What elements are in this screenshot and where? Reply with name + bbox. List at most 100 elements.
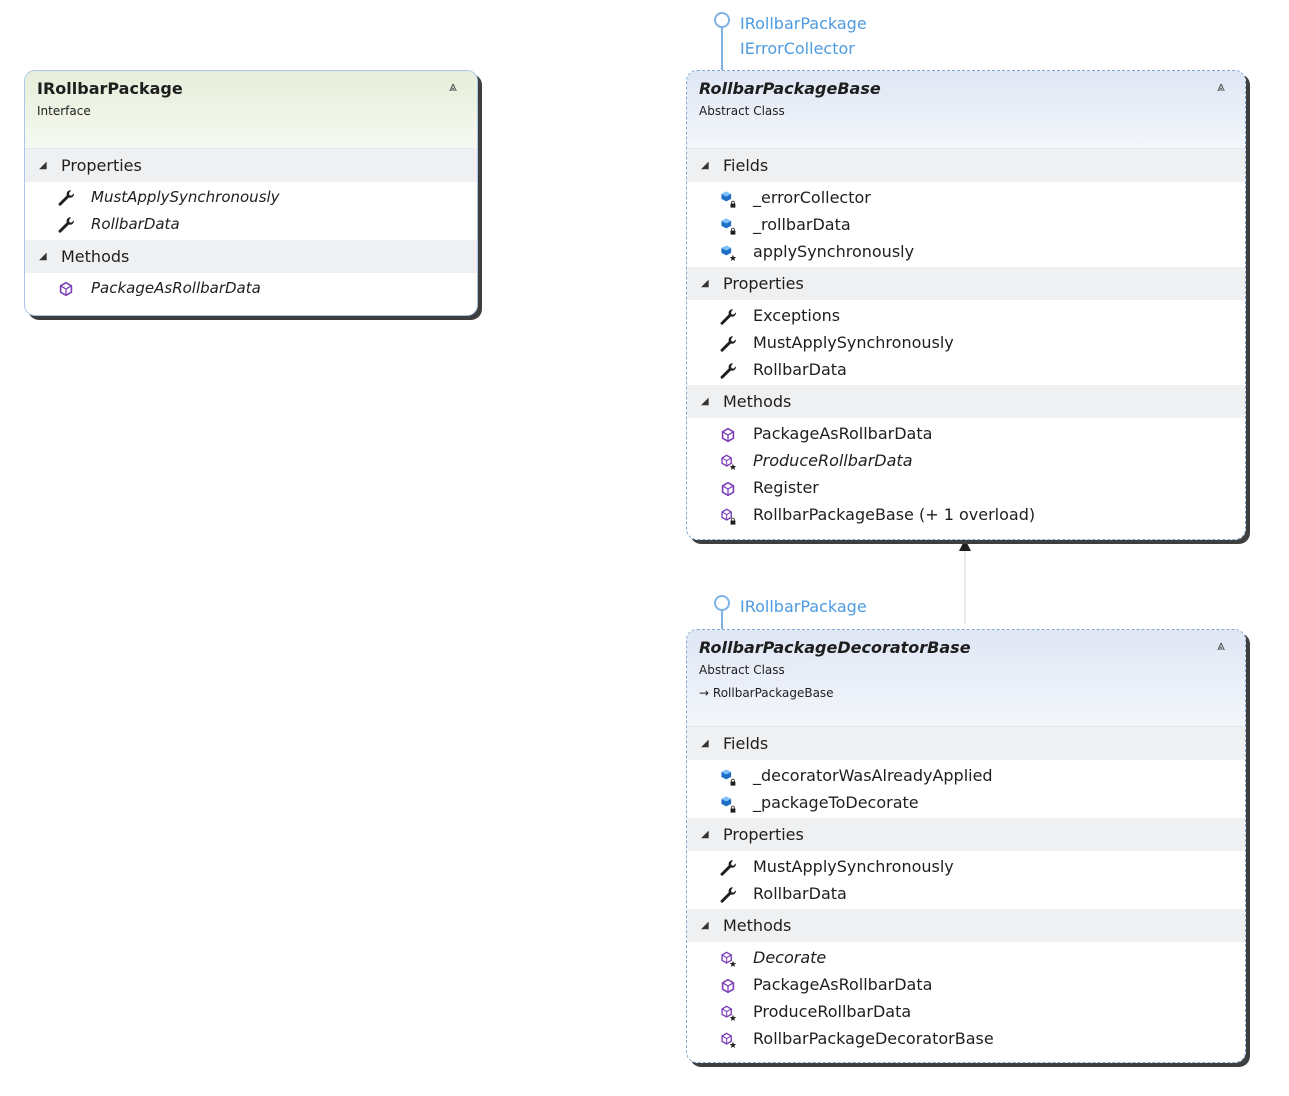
class-shape-header[interactable]: RollbarPackageDecoratorBase Abstract Cla… xyxy=(687,630,1245,727)
collapse-chevron-icon[interactable]: ⩓ xyxy=(443,77,463,97)
section-collapse-triangle-icon[interactable]: ◢ xyxy=(701,909,713,942)
member-label: RollbarData xyxy=(91,215,180,233)
section-header-methods[interactable]: ◢ Methods xyxy=(25,240,477,273)
protected-method-icon xyxy=(719,1003,737,1022)
decorator-lollipop-label-1[interactable]: IRollbarPackage xyxy=(740,594,867,619)
method-icon xyxy=(719,479,737,497)
section-label: Properties xyxy=(723,825,804,844)
class-shape-rollbarpackagedecoratorbase[interactable]: RollbarPackageDecoratorBase Abstract Cla… xyxy=(686,629,1246,1063)
member-row[interactable]: _decoratorWasAlreadyApplied xyxy=(687,762,1245,789)
member-list: PackageAsRollbarData xyxy=(25,273,477,304)
member-row[interactable]: RollbarPackageBase (+ 1 overload) xyxy=(687,501,1245,528)
member-label: RollbarPackageDecoratorBase xyxy=(753,1029,994,1048)
member-row[interactable]: _errorCollector xyxy=(687,184,1245,211)
member-row[interactable]: ProduceRollbarData xyxy=(687,447,1245,474)
section-collapse-triangle-icon[interactable]: ◢ xyxy=(701,727,713,760)
base-lollipop-stem xyxy=(721,27,723,71)
member-row[interactable]: ProduceRollbarData xyxy=(687,998,1245,1025)
member-list: MustApplySynchronously RollbarData xyxy=(25,182,477,240)
base-lollipop-label-1[interactable]: IRollbarPackage xyxy=(740,11,867,36)
section-collapse-triangle-icon[interactable]: ◢ xyxy=(701,818,713,851)
member-list: PackageAsRollbarData ProduceRollbarData Re… xyxy=(687,418,1245,530)
section-label: Properties xyxy=(723,274,804,293)
member-list: _errorCollector _rollbarData applySynchron… xyxy=(687,182,1245,267)
section-collapse-triangle-icon[interactable]: ◢ xyxy=(701,149,713,182)
interface-shape-header[interactable]: IRollbarPackage Interface ⩓ xyxy=(25,71,477,149)
member-label: _packageToDecorate xyxy=(753,793,919,812)
protected-method-icon xyxy=(719,949,737,968)
decorator-lollipop-circle xyxy=(714,595,730,611)
interface-shape-irollbarpackage[interactable]: IRollbarPackage Interface ⩓ ◢ Properties M… xyxy=(24,70,478,316)
member-label: PackageAsRollbarData xyxy=(753,975,933,994)
member-row[interactable]: Register xyxy=(687,474,1245,501)
property-icon xyxy=(57,216,75,234)
member-row[interactable]: RollbarData xyxy=(25,211,477,238)
collapse-chevron-icon[interactable]: ⩓ xyxy=(1211,77,1231,97)
member-label: Exceptions xyxy=(753,306,841,325)
section-header-properties[interactable]: ◢ Properties xyxy=(687,818,1245,851)
property-icon xyxy=(57,189,75,207)
member-label: PackageAsRollbarData xyxy=(753,424,933,443)
class-shape-header[interactable]: RollbarPackageBase Abstract Class ⩓ xyxy=(687,71,1245,149)
member-label: _decoratorWasAlreadyApplied xyxy=(753,766,993,785)
member-label: ProduceRollbarData xyxy=(753,1002,912,1021)
protected-field-icon xyxy=(719,243,737,262)
class-shape-rollbarpackagebase[interactable]: RollbarPackageBase Abstract Class ⩓ ◢ Fie… xyxy=(686,70,1246,540)
member-list: _decoratorWasAlreadyApplied _packageToDec… xyxy=(687,760,1245,818)
section-header-methods[interactable]: ◢ Methods xyxy=(687,909,1245,942)
property-icon xyxy=(719,885,737,903)
inheritance-arrowhead xyxy=(959,539,971,551)
member-list: Exceptions MustApplySynchronously RollbarD… xyxy=(687,300,1245,385)
protected-method-icon xyxy=(719,1030,737,1049)
member-row[interactable]: _packageToDecorate xyxy=(687,789,1245,816)
method-icon xyxy=(57,280,75,298)
section-header-properties[interactable]: ◢ Properties xyxy=(687,267,1245,300)
member-row[interactable]: MustApplySynchronously xyxy=(687,329,1245,356)
base-lollipop-label-2[interactable]: IErrorCollector xyxy=(740,36,855,61)
member-row[interactable]: _rollbarData xyxy=(687,211,1245,238)
section-header-fields[interactable]: ◢ Fields xyxy=(687,149,1245,182)
section-header-methods[interactable]: ◢ Methods xyxy=(687,385,1245,418)
member-row[interactable]: MustApplySynchronously xyxy=(687,853,1245,880)
base-class-label[interactable]: → RollbarPackageBase xyxy=(699,686,834,700)
section-label: Fields xyxy=(723,156,769,175)
section-label: Methods xyxy=(723,916,792,935)
section-collapse-triangle-icon[interactable]: ◢ xyxy=(701,385,713,418)
member-row[interactable]: RollbarPackageDecoratorBase xyxy=(687,1025,1245,1052)
member-label: MustApplySynchronously xyxy=(753,333,954,352)
section-header-properties[interactable]: ◢ Properties xyxy=(25,149,477,182)
shape-title: RollbarPackageDecoratorBase xyxy=(699,638,971,657)
member-label: _errorCollector xyxy=(753,188,871,207)
member-label: MustApplySynchronously xyxy=(91,188,280,206)
member-row[interactable]: RollbarData xyxy=(687,880,1245,907)
property-icon xyxy=(719,858,737,876)
decorator-sections: ◢ Fields _decoratorWasAlreadyApplied _packa… xyxy=(687,727,1245,1054)
member-row[interactable]: PackageAsRollbarData xyxy=(687,971,1245,998)
member-label: Register xyxy=(753,478,819,497)
interface-sections: ◢ Properties MustApplySynchronously Rollbar… xyxy=(25,149,477,304)
member-label: RollbarPackageBase (+ 1 overload) xyxy=(753,505,1036,524)
member-row[interactable]: Decorate xyxy=(687,944,1245,971)
section-collapse-triangle-icon[interactable]: ◢ xyxy=(39,149,51,182)
section-collapse-triangle-icon[interactable]: ◢ xyxy=(39,240,51,273)
property-icon xyxy=(719,334,737,352)
member-row[interactable]: PackageAsRollbarData xyxy=(25,275,477,302)
section-header-fields[interactable]: ◢ Fields xyxy=(687,727,1245,760)
member-row[interactable]: RollbarData xyxy=(687,356,1245,383)
member-row[interactable]: MustApplySynchronously xyxy=(25,184,477,211)
inherits-arrow-icon: → xyxy=(699,686,710,700)
private-field-icon xyxy=(719,794,737,813)
member-row[interactable]: PackageAsRollbarData xyxy=(687,420,1245,447)
private-field-icon xyxy=(719,189,737,208)
section-label: Methods xyxy=(723,392,792,411)
shape-kind: Abstract Class xyxy=(699,663,785,677)
member-label: ProduceRollbarData xyxy=(753,451,913,470)
section-collapse-triangle-icon[interactable]: ◢ xyxy=(701,267,713,300)
decorator-lollipop-stem xyxy=(721,610,723,630)
member-row[interactable]: Exceptions xyxy=(687,302,1245,329)
shape-kind: Interface xyxy=(37,104,91,118)
member-row[interactable]: applySynchronously xyxy=(687,238,1245,265)
member-label: Decorate xyxy=(753,948,827,967)
collapse-chevron-icon[interactable]: ⩓ xyxy=(1211,636,1231,656)
section-label: Fields xyxy=(723,734,769,753)
